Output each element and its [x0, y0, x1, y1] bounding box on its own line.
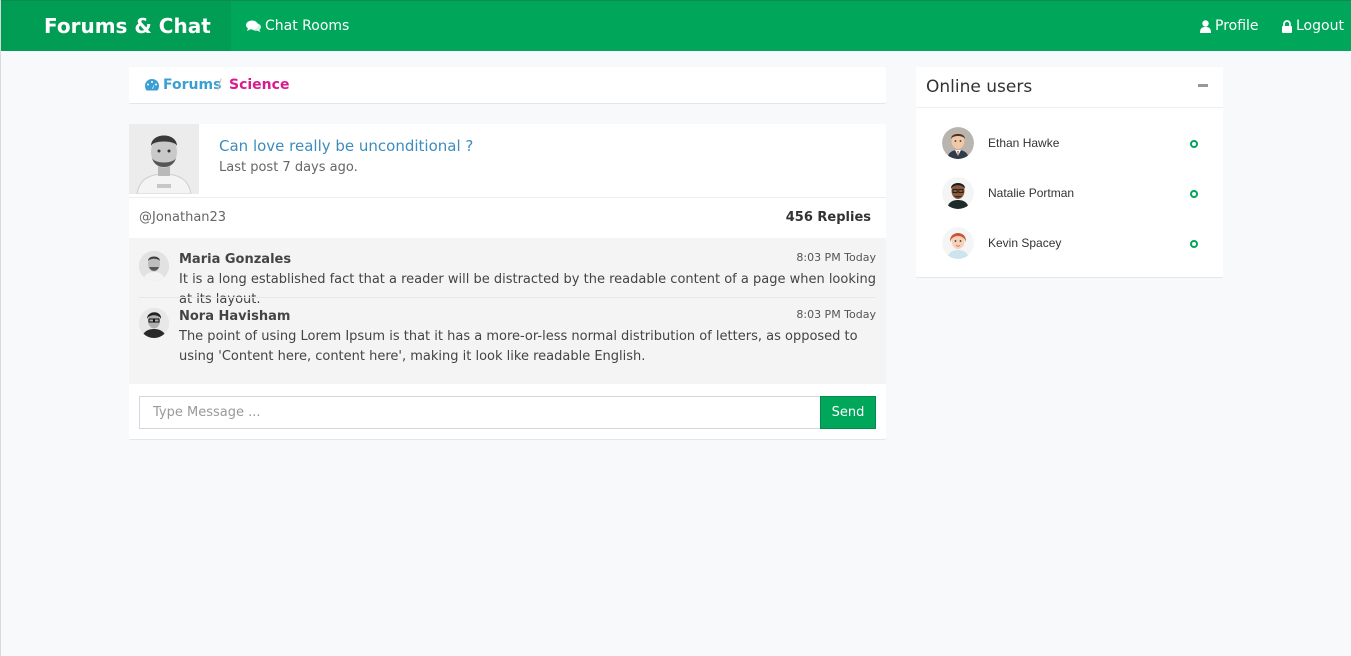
nav-logout-label: Logout [1296, 18, 1344, 34]
avatar [942, 227, 974, 259]
avatar [139, 308, 169, 338]
brand-logo[interactable]: Forums & Chat [1, 1, 231, 51]
online-user-name: Ethan Hawke [988, 136, 1060, 150]
online-user-name: Natalie Portman [988, 186, 1075, 200]
top-navbar: Forums & Chat Chat Rooms Profile Logout [1, 0, 1351, 51]
breadcrumb-forums-label: Forums [163, 77, 222, 93]
breadcrumb-forums-link[interactable]: Forums [145, 77, 221, 93]
dashboard-icon [145, 79, 159, 91]
thread-title[interactable]: Can love really be unconditional ? [219, 137, 473, 155]
chat-bubbles-icon [246, 20, 261, 32]
message-time: 8:03 PM Today [796, 308, 876, 321]
nav-chat-rooms-label: Chat Rooms [265, 18, 350, 34]
breadcrumb: Forums / Science [129, 67, 886, 104]
breadcrumb-current[interactable]: Science [229, 77, 289, 93]
breadcrumb-separator: / [217, 77, 222, 93]
send-button[interactable]: Send [820, 396, 876, 429]
online-user-name: Kevin Spacey [988, 236, 1062, 250]
nav-chat-rooms[interactable]: Chat Rooms [246, 1, 349, 51]
avatar [942, 127, 974, 159]
nav-logout[interactable]: Logout [1282, 1, 1344, 51]
online-user-item[interactable]: Natalie Portman [916, 177, 1223, 217]
online-user-item[interactable]: Kevin Spacey [916, 227, 1223, 267]
message-text: The point of using Lorem Ipsum is that i… [179, 329, 858, 364]
user-icon [1200, 19, 1211, 33]
online-users-panel: Online users Ethan Hawke Natalie Portman… [916, 67, 1223, 278]
avatar [942, 177, 974, 209]
online-user-item[interactable]: Ethan Hawke [916, 127, 1223, 167]
online-users-title: Online users [926, 77, 1033, 97]
avatar [139, 251, 169, 281]
thread-card: Can love really be unconditional ? Last … [129, 124, 886, 440]
divider [129, 197, 886, 198]
online-status-dot [1190, 240, 1198, 248]
nav-profile[interactable]: Profile [1200, 1, 1259, 51]
message-input[interactable] [139, 396, 821, 429]
message-author: Nora Havisham [179, 309, 291, 324]
divider [916, 107, 1223, 108]
message-text: It is a long established fact that a rea… [179, 272, 876, 307]
lock-icon [1282, 19, 1292, 33]
message-list: Maria Gonzales 8:03 PM Today It is a lon… [129, 238, 886, 384]
thread-author-photo [129, 124, 199, 194]
collapse-minus-icon[interactable] [1198, 84, 1208, 87]
online-status-dot [1190, 190, 1198, 198]
nav-profile-label: Profile [1215, 18, 1259, 34]
thread-reply-count: 456 Replies [785, 210, 871, 225]
thread-last-post: Last post 7 days ago. [219, 160, 358, 175]
message-time: 8:03 PM Today [796, 251, 876, 264]
online-status-dot [1190, 140, 1198, 148]
thread-author-handle[interactable]: @Jonathan23 [139, 210, 226, 225]
message-author: Maria Gonzales [179, 252, 292, 267]
divider [139, 297, 876, 298]
